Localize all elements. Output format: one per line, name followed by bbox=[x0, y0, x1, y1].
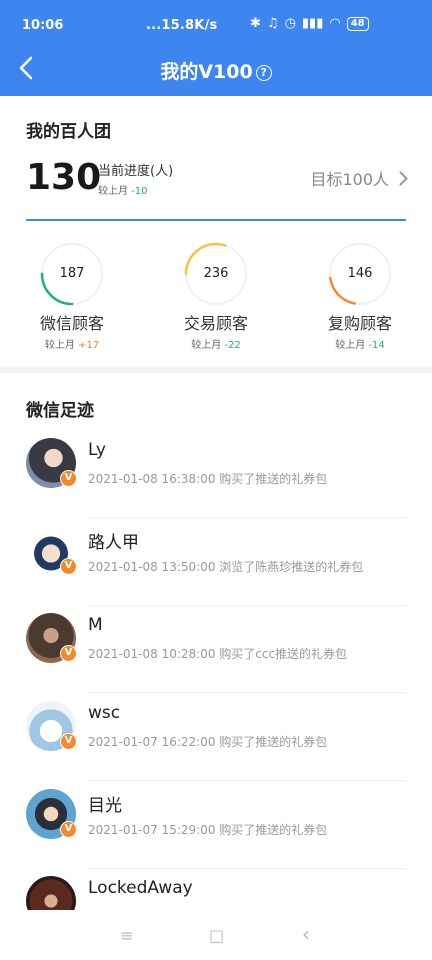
vip-badge-icon: V bbox=[60, 821, 77, 838]
user-name: Ly bbox=[88, 440, 106, 460]
feed-title: 微信足迹 bbox=[26, 401, 94, 421]
stat-ring-trade: 236 bbox=[184, 242, 248, 306]
back-nav-icon[interactable]: ‹ bbox=[302, 922, 310, 946]
mute-icon: ♫ bbox=[266, 16, 279, 31]
status-time: 10:06 bbox=[22, 18, 64, 33]
compare-delta: -10 bbox=[131, 186, 148, 197]
stat-value: 146 bbox=[347, 266, 373, 281]
progress-divider bbox=[26, 219, 406, 221]
status-icons: ✱ ♫ ◷ ▮▮▮ ◠ 48 bbox=[250, 16, 369, 31]
group-count: 130 bbox=[26, 157, 102, 198]
alarm-icon: ◷ bbox=[284, 16, 296, 31]
user-name: LockedAway bbox=[88, 878, 193, 898]
stat-delta: +17 bbox=[78, 340, 100, 351]
battery-icon: 48 bbox=[346, 16, 369, 31]
stat-compare: 较上月 -22 bbox=[161, 336, 271, 351]
stat-ring-wechat: 187 bbox=[40, 242, 104, 306]
stat-value: 236 bbox=[203, 266, 229, 281]
target-text: 目标100人 bbox=[310, 170, 389, 189]
stat-label: 交易顾客 bbox=[183, 314, 248, 333]
activity-text: 2021-01-07 15:29:00 购买了推送的礼券包 bbox=[88, 823, 328, 837]
home-icon[interactable]: □ bbox=[209, 926, 224, 945]
user-name: 目光 bbox=[88, 796, 122, 816]
stat-compare: 较上月 +17 bbox=[17, 336, 127, 351]
group-compare: 较上月 -10 bbox=[98, 182, 148, 197]
compare-label: 较上月 bbox=[191, 340, 222, 351]
list-item[interactable]: V Ly 2021-01-08 16:38:00 购买了推送的礼券包 bbox=[0, 430, 432, 518]
stat-label: 微信顾客 bbox=[39, 314, 104, 333]
menu-icon[interactable]: ≡ bbox=[120, 926, 133, 945]
list-item[interactable]: V 路人甲 2021-01-08 13:50:00 浏览了陈燕珍推送的礼券包 bbox=[0, 518, 432, 606]
status-bar: 10:06 ...15.8K/s ✱ ♫ ◷ ▮▮▮ ◠ 48 bbox=[0, 0, 432, 50]
list-item[interactable]: V wsc 2021-01-07 16:22:00 购买了推送的礼券包 bbox=[0, 693, 432, 781]
vip-badge-icon: V bbox=[60, 645, 77, 662]
system-nav-bar: ≡ □ ‹ bbox=[0, 910, 432, 960]
user-name: M bbox=[88, 615, 103, 635]
compare-label: 较上月 bbox=[98, 186, 128, 197]
progress-label: 当前进度(人) bbox=[98, 164, 174, 179]
stat-compare: 较上月 -14 bbox=[305, 336, 415, 351]
activity-text: 2021-01-08 16:38:00 购买了推送的礼券包 bbox=[88, 472, 328, 486]
chevron-right-icon bbox=[399, 171, 408, 185]
vip-badge-icon: V bbox=[60, 558, 77, 575]
group-title: 我的百人团 bbox=[26, 122, 111, 142]
user-name: 路人甲 bbox=[88, 533, 139, 553]
wifi-icon: ◠ bbox=[329, 16, 341, 31]
app-header: 10:06 ...15.8K/s ✱ ♫ ◷ ▮▮▮ ◠ 48 我的V100? bbox=[0, 0, 432, 96]
list-item[interactable]: V 目光 2021-01-07 15:29:00 购买了推送的礼券包 bbox=[0, 781, 432, 869]
section-gap bbox=[0, 367, 432, 373]
stat-delta: -22 bbox=[224, 340, 241, 351]
list-item[interactable]: V M 2021-01-08 10:28:00 购买了ccc推送的礼券包 bbox=[0, 605, 432, 693]
bluetooth-icon: ✱ bbox=[250, 16, 261, 31]
compare-label: 较上月 bbox=[44, 340, 75, 351]
help-icon[interactable]: ? bbox=[255, 65, 272, 81]
stat-value: 187 bbox=[59, 266, 85, 281]
vip-badge-icon: V bbox=[60, 470, 77, 487]
compare-label: 较上月 bbox=[335, 340, 366, 351]
stat-ring-repurchase: 146 bbox=[328, 242, 392, 306]
vip-badge-icon: V bbox=[60, 733, 77, 750]
user-name: wsc bbox=[88, 703, 121, 723]
page-title-text: 我的V100 bbox=[160, 61, 253, 83]
stat-delta: -14 bbox=[368, 340, 385, 351]
signal-icon: ▮▮▮ bbox=[301, 16, 324, 31]
activity-text: 2021-01-08 13:50:00 浏览了陈燕珍推送的礼券包 bbox=[88, 560, 364, 574]
target-link[interactable]: 目标100人 bbox=[310, 166, 408, 190]
stat-label: 复购顾客 bbox=[327, 314, 392, 333]
activity-text: 2021-01-07 16:22:00 购买了推送的礼券包 bbox=[88, 735, 328, 749]
network-speed: ...15.8K/s bbox=[146, 18, 218, 33]
activity-text: 2021-01-08 10:28:00 购买了ccc推送的礼券包 bbox=[88, 647, 348, 661]
page-title: 我的V100? bbox=[0, 57, 432, 84]
